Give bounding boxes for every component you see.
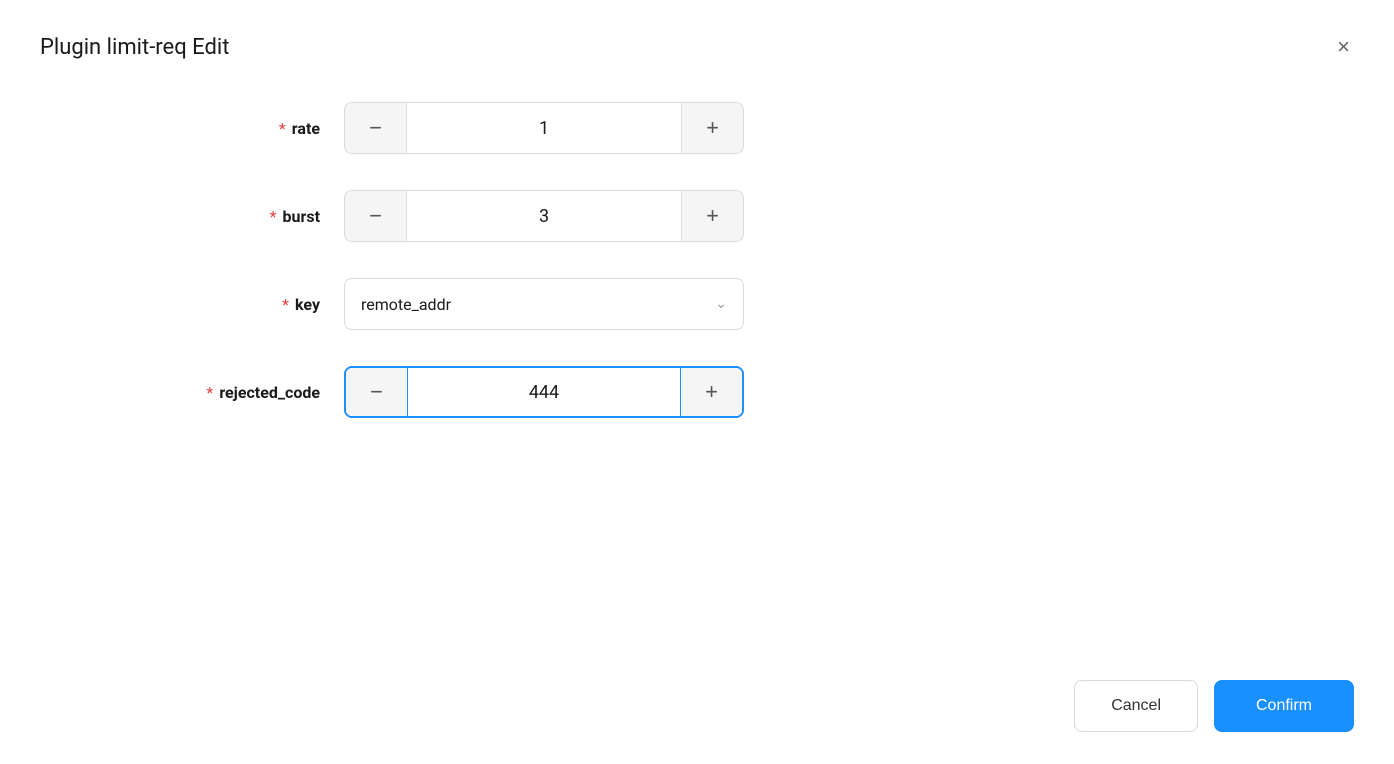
burst-value: 3 — [407, 191, 681, 241]
key-label-text: key — [295, 295, 320, 314]
burst-required-star: * — [270, 207, 277, 226]
key-select-value: remote_addr — [361, 295, 451, 314]
plugin-edit-dialog: Plugin limit-req Edit × * rate − 1 + * b… — [0, 0, 1394, 764]
dialog-header: Plugin limit-req Edit × — [40, 32, 1354, 62]
cancel-button[interactable]: Cancel — [1074, 680, 1198, 732]
dialog-footer: Cancel Confirm — [40, 664, 1354, 732]
burst-input-group: − 3 + — [344, 190, 744, 242]
rate-input-group: − 1 + — [344, 102, 744, 154]
burst-increment-button[interactable]: + — [681, 191, 743, 241]
chevron-down-icon: ⌄ — [715, 296, 727, 312]
dialog-title: Plugin limit-req Edit — [40, 35, 229, 60]
rate-value: 1 — [407, 103, 681, 153]
key-row: * key remote_addr ⌄ — [100, 278, 1354, 330]
rate-decrement-button[interactable]: − — [345, 103, 407, 153]
burst-row: * burst − 3 + — [100, 190, 1354, 242]
burst-label: * burst — [100, 207, 320, 226]
rejected-code-row: * rejected_code − 444 + — [100, 366, 1354, 418]
rejected-code-required-star: * — [206, 383, 213, 402]
rejected-code-increment-button[interactable]: + — [680, 368, 742, 416]
key-required-star: * — [282, 295, 289, 314]
dialog-body: * rate − 1 + * burst − 3 + * — [40, 102, 1354, 664]
burst-label-text: burst — [283, 207, 320, 226]
rejected-code-decrement-button[interactable]: − — [346, 368, 408, 416]
key-select[interactable]: remote_addr ⌄ — [344, 278, 744, 330]
rate-row: * rate − 1 + — [100, 102, 1354, 154]
key-label: * key — [100, 295, 320, 314]
rejected-code-label-text: rejected_code — [219, 383, 320, 402]
rate-required-star: * — [279, 119, 286, 138]
rate-label-text: rate — [292, 119, 320, 138]
rejected-code-input-group: − 444 + — [344, 366, 744, 418]
rate-increment-button[interactable]: + — [681, 103, 743, 153]
rejected-code-label: * rejected_code — [100, 383, 320, 402]
rate-label: * rate — [100, 119, 320, 138]
confirm-button[interactable]: Confirm — [1214, 680, 1354, 732]
burst-decrement-button[interactable]: − — [345, 191, 407, 241]
close-button[interactable]: × — [1333, 32, 1354, 62]
rejected-code-value: 444 — [408, 368, 680, 416]
